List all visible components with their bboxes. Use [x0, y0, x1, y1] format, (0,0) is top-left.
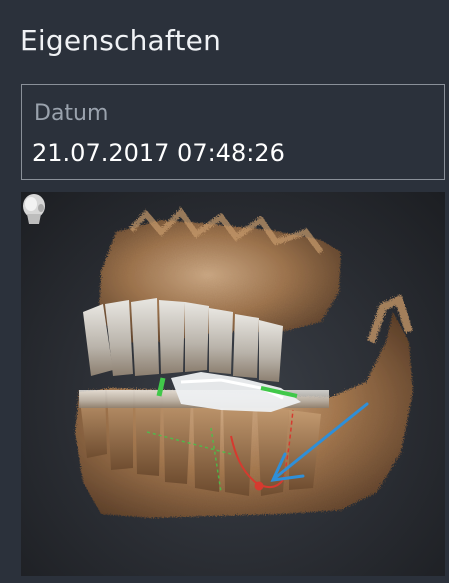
head-orientation-icon[interactable]: [21, 192, 47, 226]
jaw-rendering: [75, 207, 413, 518]
properties-panel: Eigenschaften Datum 21.07.2017 07:48:26: [0, 0, 449, 583]
date-field: Datum 21.07.2017 07:48:26: [21, 84, 445, 180]
date-label: Datum: [34, 101, 109, 126]
3d-preview-viewport[interactable]: [21, 192, 445, 576]
date-value: 21.07.2017 07:48:26: [32, 139, 285, 167]
panel-title: Eigenschaften: [20, 24, 222, 57]
